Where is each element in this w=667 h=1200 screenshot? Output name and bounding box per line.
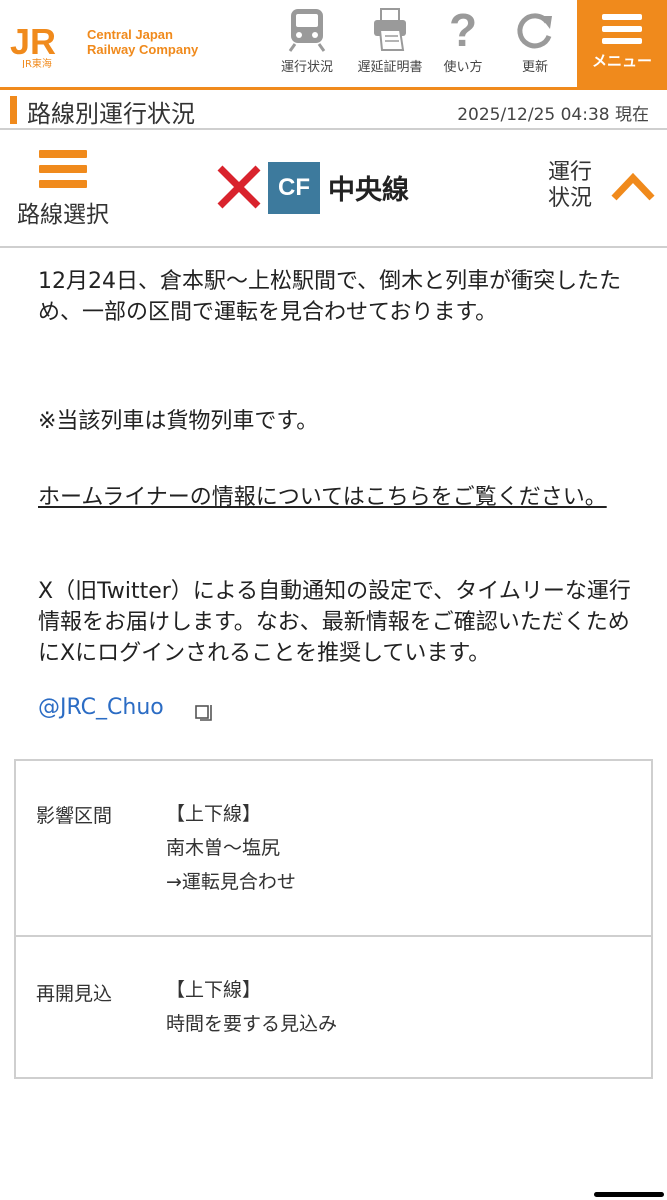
direction-text: 【上下線】 [166, 979, 262, 1001]
external-link-icon [195, 705, 212, 721]
certificate-printer-icon [374, 8, 406, 51]
company-name-line2: Railway Company [87, 42, 199, 57]
nav-label: 運行状況 [280, 60, 333, 75]
hamburger-icon [602, 14, 642, 44]
hamburger-icon [39, 150, 87, 188]
nav-label: 使い方 [443, 60, 483, 75]
section-text: 南木曽〜塩尻 [166, 837, 281, 859]
info-table: 影響区間 【上下線】 南木曽〜塩尻 →運転見合わせ 再開見込 【上下線】 時間を… [14, 759, 653, 1079]
update-timestamp: 2025/12/25 04:38 現在 [457, 105, 649, 125]
nav-refresh-button[interactable]: 更新 [499, 8, 571, 84]
route-select-label: 路線選択 [17, 202, 109, 228]
x-account-link[interactable]: @JRC_Chuo [38, 695, 164, 720]
resumption-value: 【上下線】 時間を要する見込み [166, 973, 337, 1041]
refresh-icon [517, 13, 552, 49]
company-name-line1: Central Japan [87, 27, 173, 42]
home-indicator [594, 1192, 664, 1197]
company-name: Central Japan Railway Company [87, 27, 198, 57]
table-row: 影響区間 【上下線】 南木曽〜塩尻 →運転見合わせ [16, 761, 651, 937]
svg-text:JR: JR [10, 22, 56, 62]
nav-how-to-use-button[interactable]: ? 使い方 [427, 8, 499, 84]
stop-x-icon [217, 165, 261, 209]
menu-button[interactable]: メニュー [577, 0, 667, 90]
nav-operation-status-button[interactable]: 運行状況 [271, 8, 343, 84]
train-icon [288, 9, 326, 52]
jr-central-logo[interactable]: JR JR東海 [10, 22, 78, 68]
status-text: →運転見合わせ [166, 871, 296, 893]
svg-text:JR東海: JR東海 [21, 57, 52, 68]
nav-delay-certificate-button[interactable]: 遅延証明書 [354, 8, 426, 84]
title-accent-mark [10, 96, 17, 124]
menu-label: メニュー [591, 52, 652, 70]
direction-text: 【上下線】 [166, 803, 262, 825]
nav-label: 遅延証明書 [357, 60, 423, 75]
affected-section-value: 【上下線】 南木曽〜塩尻 →運転見合わせ [166, 797, 296, 899]
route-select-button[interactable]: 路線選択 [8, 150, 118, 242]
table-row: 再開見込 【上下線】 時間を要する見込み [16, 937, 651, 1077]
page-title: 路線別運行状況 [27, 100, 195, 128]
x-notice: X（旧Twitter）による自動通知の設定で、タイムリーな運行情報をお届けします… [38, 579, 631, 666]
chevron-up-icon[interactable] [610, 170, 656, 204]
home-liner-link[interactable]: ホームライナーの情報についてはこちらをご覧ください。 [38, 482, 644, 513]
freight-note: ※当該列車は貨物列車です。 [38, 409, 319, 434]
resumption-label: 再開見込 [36, 983, 113, 1005]
line-code-badge: CF [268, 162, 320, 214]
operation-status-toggle[interactable]: 運行 状況 [548, 160, 608, 212]
svg-text:?: ? [449, 8, 477, 52]
nav-label: 更新 [521, 60, 548, 75]
resumption-text: 時間を要する見込み [166, 1013, 338, 1035]
line-name: 中央線 [328, 175, 409, 206]
operation-status-label-2: 状況 [548, 186, 593, 211]
status-message: 12月24日、倉本駅〜上松駅間で、倒木と列車が衝突したため、一部の区間で運転を見… [38, 269, 622, 325]
operation-status-label-1: 運行 [548, 160, 593, 185]
question-icon: ? [449, 8, 477, 52]
affected-section-label: 影響区間 [36, 805, 113, 827]
